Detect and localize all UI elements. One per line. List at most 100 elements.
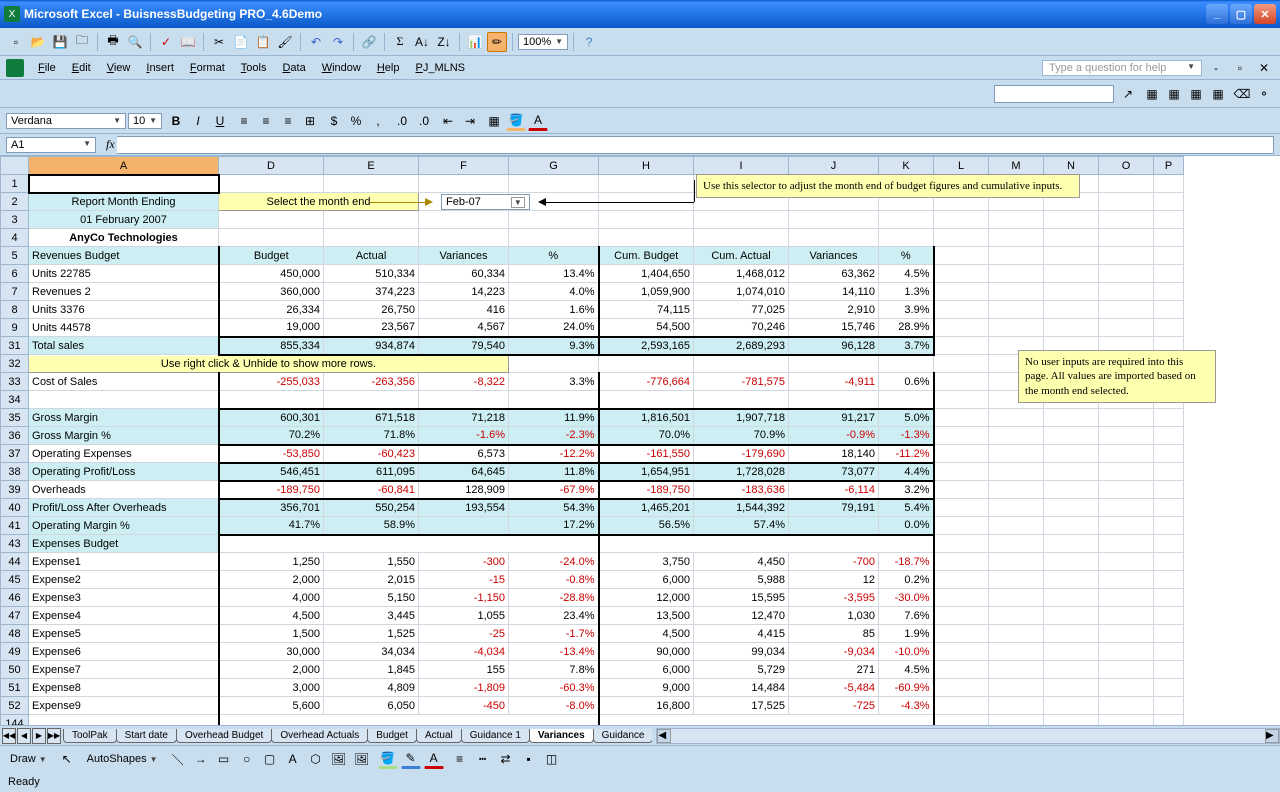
row-header[interactable]: 41 <box>1 517 29 535</box>
cell[interactable]: 1,404,650 <box>599 265 694 283</box>
cell[interactable]: -1.3% <box>879 427 934 445</box>
cell[interactable] <box>934 247 989 265</box>
cell[interactable]: -4,911 <box>789 373 879 391</box>
cell[interactable] <box>1044 643 1099 661</box>
cell[interactable] <box>1154 607 1184 625</box>
cell[interactable]: 3.9% <box>879 301 934 319</box>
cell[interactable] <box>1154 625 1184 643</box>
col-header-F[interactable]: F <box>419 157 509 175</box>
cell[interactable] <box>1099 679 1154 697</box>
cell[interactable] <box>989 463 1044 481</box>
cell[interactable] <box>599 175 694 193</box>
cell[interactable] <box>934 301 989 319</box>
line-style-icon[interactable]: ≡ <box>450 749 470 769</box>
cell[interactable] <box>934 535 989 553</box>
cell[interactable] <box>1099 643 1154 661</box>
cell[interactable]: 2,689,293 <box>694 337 789 355</box>
cell[interactable]: Units 44578 <box>29 319 219 337</box>
picture-icon[interactable]: 🖼 <box>352 749 372 769</box>
cell[interactable] <box>989 319 1044 337</box>
preview-icon[interactable]: 🔍 <box>125 32 145 52</box>
cell[interactable]: 934,874 <box>324 337 419 355</box>
cell[interactable]: 128,909 <box>419 481 509 499</box>
cell[interactable] <box>989 589 1044 607</box>
cell[interactable]: 77,025 <box>694 301 789 319</box>
row-header[interactable]: 52 <box>1 697 29 715</box>
cell[interactable]: 5.0% <box>879 409 934 427</box>
cell[interactable] <box>879 229 934 247</box>
cell[interactable]: Expense6 <box>29 643 219 661</box>
cell[interactable] <box>934 463 989 481</box>
scroll-right-icon[interactable]: ▶ <box>1265 729 1279 743</box>
cell[interactable] <box>934 499 989 517</box>
cell[interactable]: -450 <box>419 697 509 715</box>
cell[interactable] <box>934 283 989 301</box>
cell[interactable]: 30,000 <box>219 643 324 661</box>
cell[interactable]: 70,246 <box>694 319 789 337</box>
cell[interactable] <box>934 427 989 445</box>
cell[interactable] <box>989 715 1044 727</box>
format-painter-icon[interactable]: 🖌 <box>275 32 295 52</box>
cell[interactable]: % <box>509 247 599 265</box>
cell[interactable] <box>1099 697 1154 715</box>
cell[interactable]: 1,030 <box>789 607 879 625</box>
row-header[interactable]: 35 <box>1 409 29 427</box>
cell[interactable] <box>1099 445 1154 463</box>
cell[interactable] <box>219 175 324 193</box>
cell[interactable]: 85 <box>789 625 879 643</box>
cell[interactable]: 14,223 <box>419 283 509 301</box>
cell[interactable]: 1.3% <box>879 283 934 301</box>
cell[interactable]: 374,223 <box>324 283 419 301</box>
tab-nav-first[interactable]: ◀◀ <box>2 728 16 744</box>
fill-color-icon[interactable]: 🪣 <box>378 749 398 769</box>
name-box[interactable]: A1▼ <box>6 137 96 153</box>
menu-insert[interactable]: Insert <box>138 60 182 76</box>
cell[interactable]: 1,550 <box>324 553 419 571</box>
cell[interactable]: 6,573 <box>419 445 509 463</box>
cell[interactable] <box>509 355 599 373</box>
cell[interactable]: Expense8 <box>29 679 219 697</box>
cell[interactable] <box>934 409 989 427</box>
cell[interactable]: 2,593,165 <box>599 337 694 355</box>
cell[interactable]: 57.4% <box>694 517 789 535</box>
cell[interactable] <box>989 265 1044 283</box>
row-header[interactable]: 40 <box>1 499 29 517</box>
cell[interactable] <box>1154 283 1184 301</box>
cell[interactable]: Expense5 <box>29 625 219 643</box>
cell[interactable] <box>789 211 879 229</box>
select-objects-icon[interactable]: ↖ <box>57 749 77 769</box>
spreadsheet-grid[interactable]: ADEFGHIJKLMNOP12Report Month EndingSelec… <box>0 156 1184 726</box>
menu-tools[interactable]: Tools <box>233 60 275 76</box>
table-icon-4[interactable]: ▦ <box>1208 84 1228 104</box>
cell[interactable] <box>324 211 419 229</box>
cell[interactable]: 1,728,028 <box>694 463 789 481</box>
cell[interactable] <box>1154 229 1184 247</box>
increase-decimal-icon[interactable]: .0 <box>392 111 412 131</box>
cell[interactable]: -12.2% <box>509 445 599 463</box>
cell[interactable] <box>934 571 989 589</box>
menu-file[interactable]: File <box>30 60 64 76</box>
cell[interactable] <box>1154 211 1184 229</box>
sheet-tab-guidance[interactable]: Guidance <box>593 729 653 743</box>
cell[interactable]: 360,000 <box>219 283 324 301</box>
cell[interactable] <box>989 607 1044 625</box>
cell[interactable]: 12,000 <box>599 589 694 607</box>
cell[interactable]: 2,910 <box>789 301 879 319</box>
cell[interactable]: -28.8% <box>509 589 599 607</box>
cell[interactable]: 23,567 <box>324 319 419 337</box>
tab-nav-last[interactable]: ▶▶ <box>47 728 61 744</box>
cell[interactable]: 12,470 <box>694 607 789 625</box>
cell[interactable]: 1,845 <box>324 661 419 679</box>
cell[interactable]: 1.9% <box>879 625 934 643</box>
cell[interactable] <box>989 517 1044 535</box>
cell[interactable]: -24.0% <box>509 553 599 571</box>
cell[interactable]: 15,595 <box>694 589 789 607</box>
cell[interactable]: -4.3% <box>879 697 934 715</box>
cell[interactable]: 54.3% <box>509 499 599 517</box>
cell[interactable]: -263,356 <box>324 373 419 391</box>
cell[interactable]: 155 <box>419 661 509 679</box>
line-color-icon[interactable]: ✎ <box>401 749 421 769</box>
menu-edit[interactable]: Edit <box>64 60 99 76</box>
shadow-icon[interactable]: ▪ <box>519 749 539 769</box>
cell[interactable] <box>599 229 694 247</box>
